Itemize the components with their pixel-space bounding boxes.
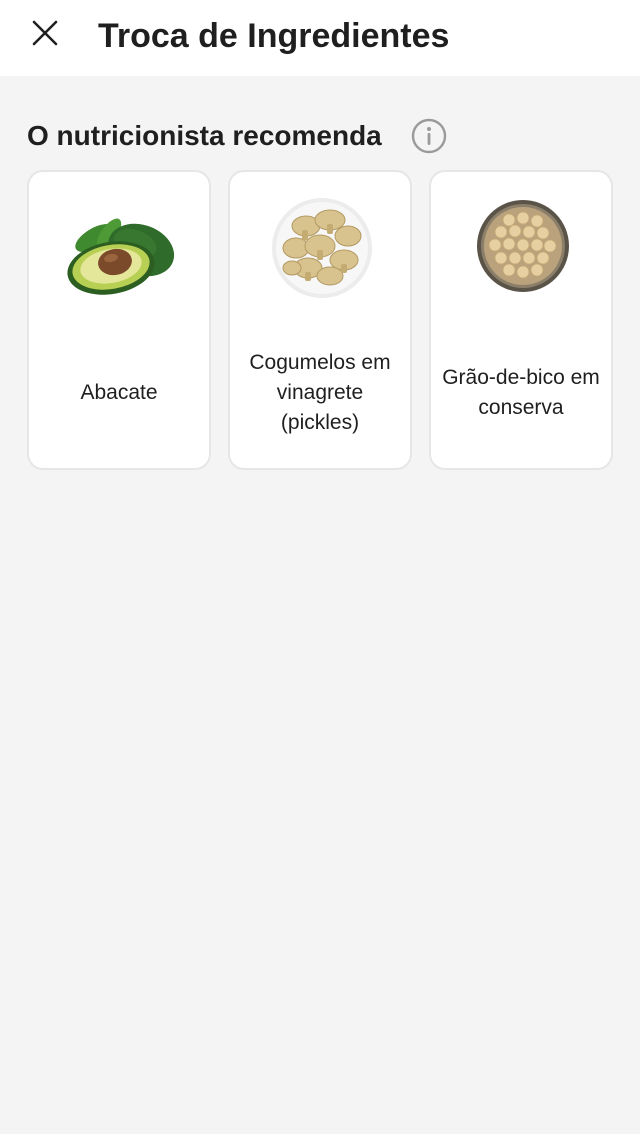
recommendation-card-avocado[interactable]: Abacate [27,170,211,470]
recommendation-label: Cogumelos em vinagrete (pickles) [249,351,391,434]
close-button[interactable] [22,10,68,56]
section-title: O nutricionista recomenda [27,120,382,151]
recommendation-list: Abacate Cogumelos em vinagrete (pickles)… [27,170,613,470]
recommendation-label: Grão-de-bico em conserva [442,366,600,419]
recommendation-card-canned-chickpeas[interactable]: Grão-de-bico em conserva [429,170,613,470]
page-title: Troca de Ingredientes [98,17,450,55]
canned-chickpeas-image [477,200,569,292]
info-button[interactable] [411,118,447,154]
recommendation-label: Abacate [80,381,158,404]
info-icon [411,118,447,154]
avocado-image [67,218,175,295]
top-bar: Troca de Ingredientes [0,0,640,76]
pickled-mushrooms-image [272,198,372,298]
close-icon [32,20,58,46]
recommendation-card-pickled-mushrooms[interactable]: Cogumelos em vinagrete (pickles) [228,170,412,470]
